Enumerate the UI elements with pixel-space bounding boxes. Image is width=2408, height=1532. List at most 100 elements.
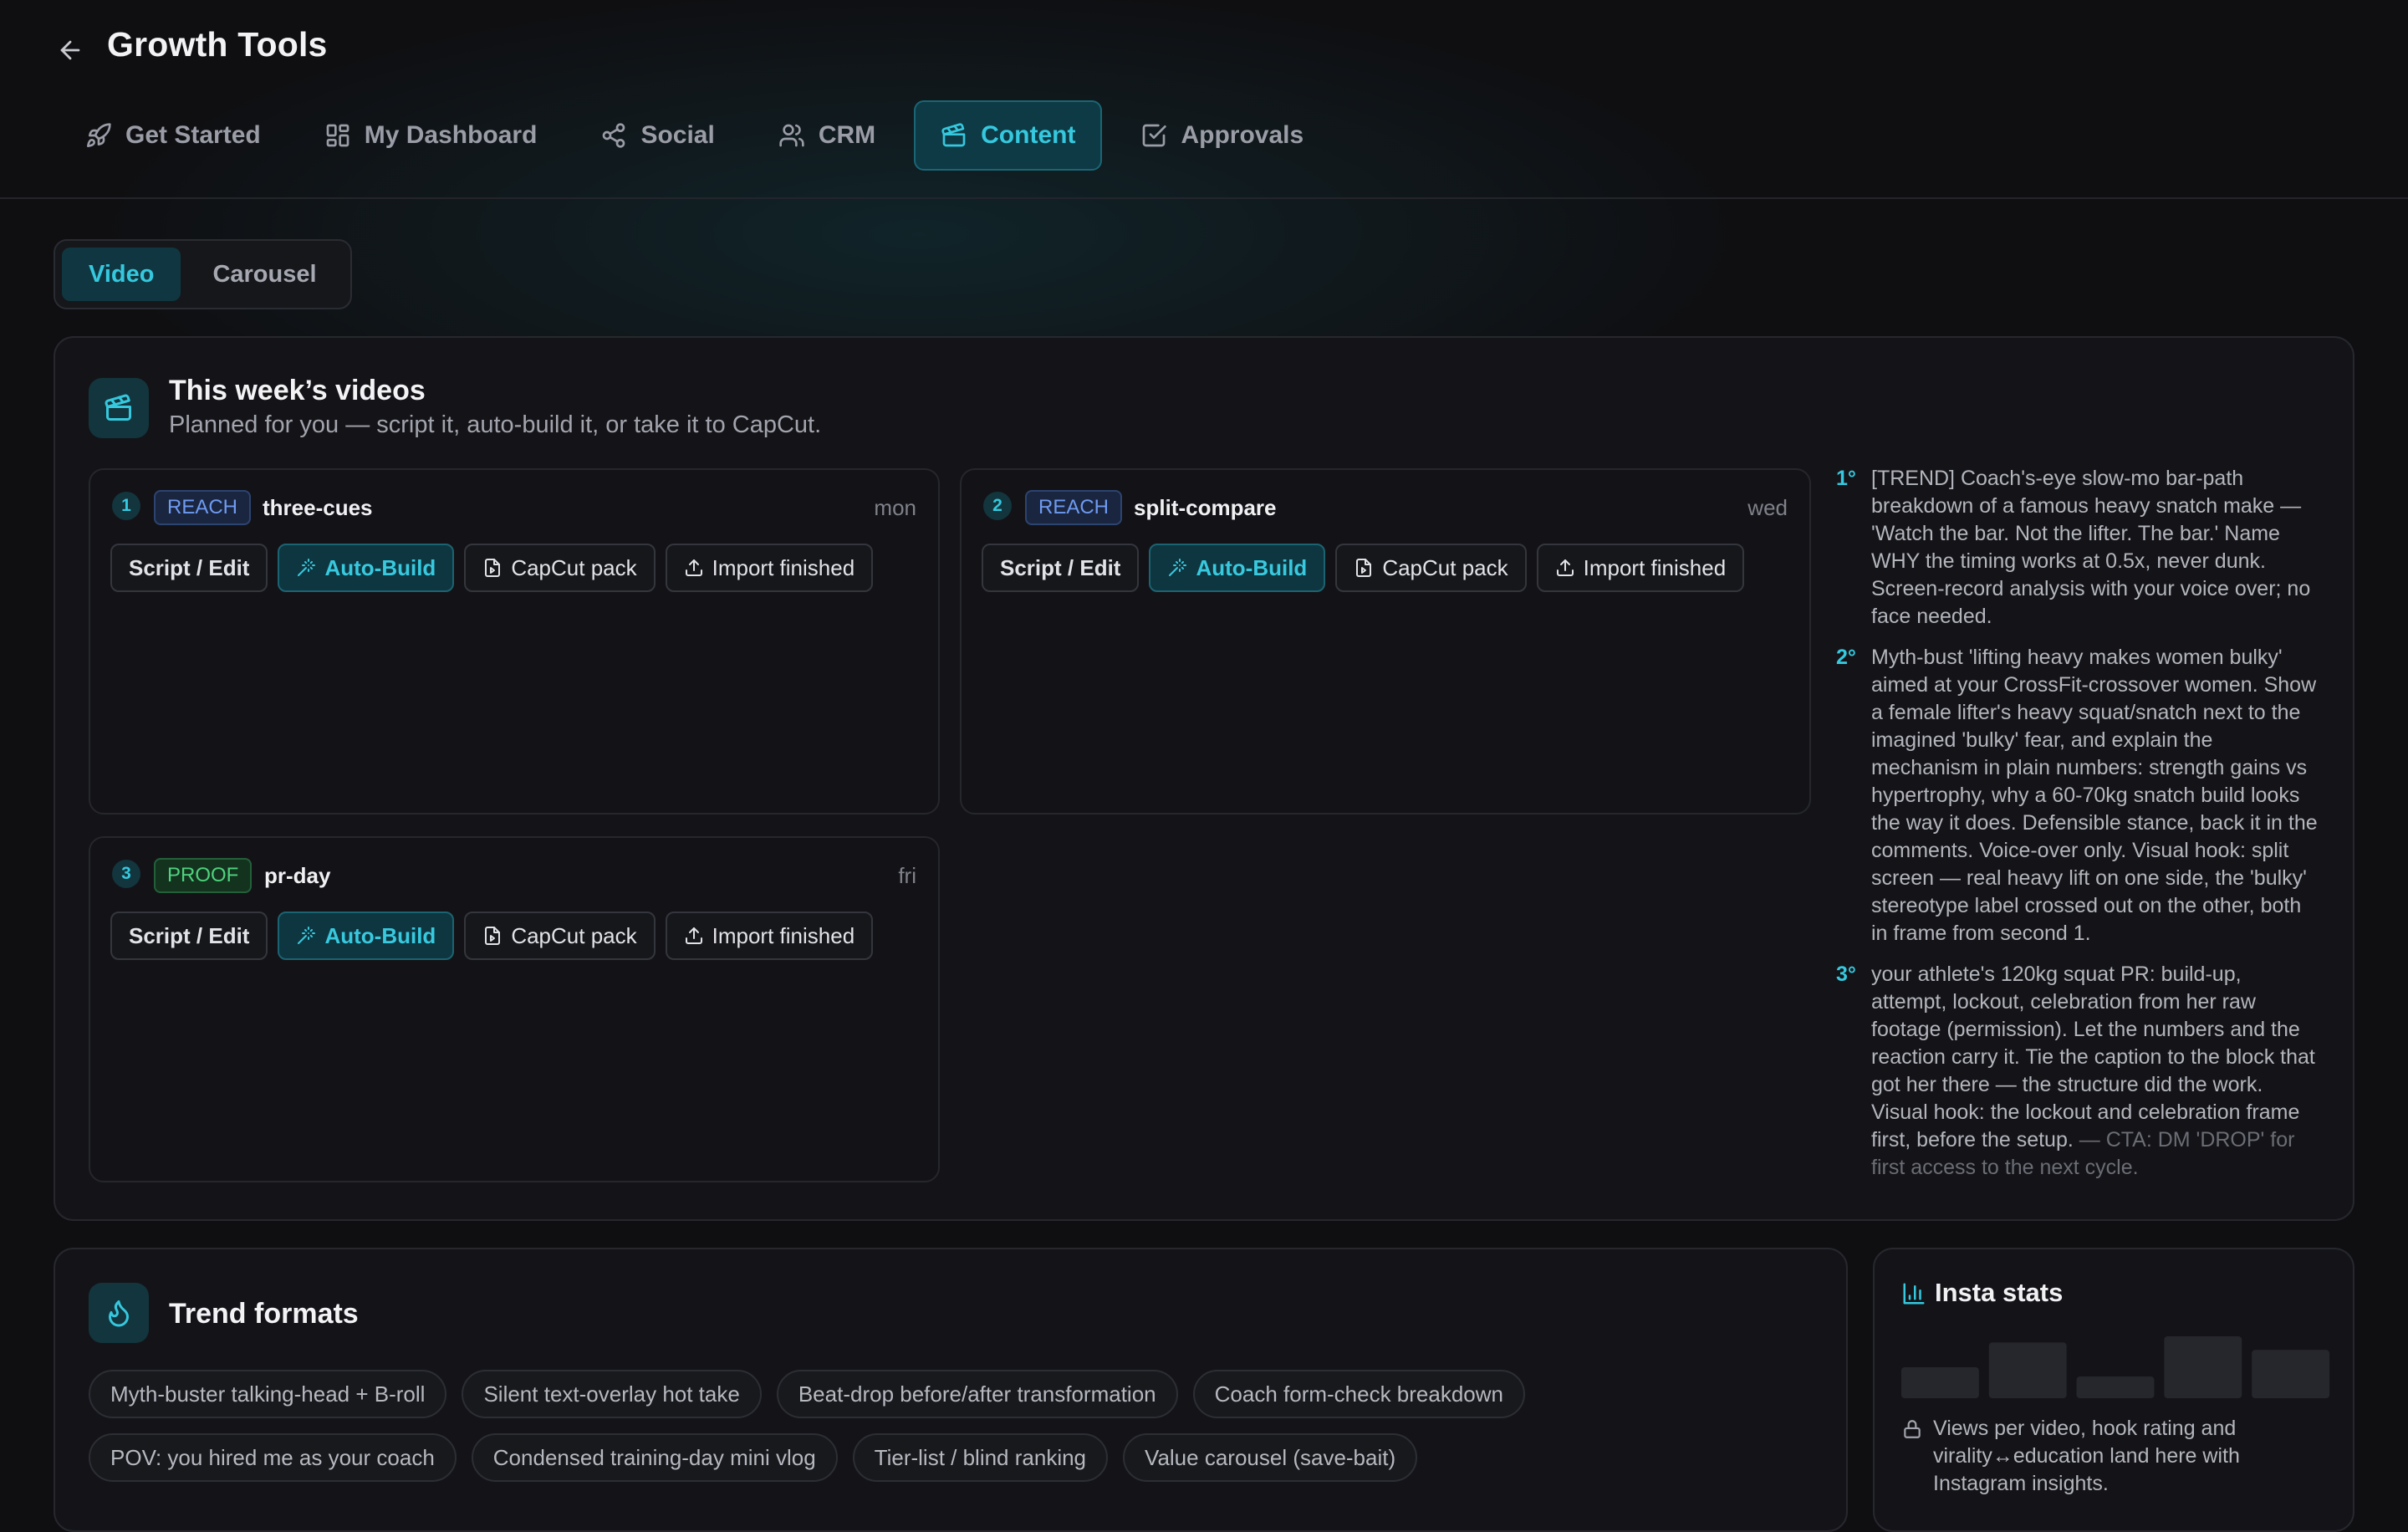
auto-build-button[interactable]: Auto-Build xyxy=(1149,544,1326,592)
idea-rank: 1° xyxy=(1836,467,1856,490)
app-header: Growth Tools Get Started My Dashboard So… xyxy=(0,0,2408,199)
trend-chip[interactable]: Tier-list / blind ranking xyxy=(852,1433,1109,1482)
button-label: CapCut pack xyxy=(511,554,637,580)
tab-label: Social xyxy=(640,121,715,149)
goal-tag: REACH xyxy=(1025,490,1123,525)
tab-label: My Dashboard xyxy=(364,121,538,149)
video-number: 2 xyxy=(983,492,1012,520)
file-icon xyxy=(485,559,501,577)
trend-chip[interactable]: Myth-buster talking-head + B-roll xyxy=(89,1370,447,1418)
tab-get-started[interactable]: Get Started xyxy=(60,100,286,171)
trend-chip[interactable]: Condensed training-day mini vlog xyxy=(471,1433,838,1482)
panel-icon-badge xyxy=(89,378,149,438)
tab-label: Content xyxy=(981,121,1076,149)
video-card: 2 REACH split-compare wed Script / Edit … xyxy=(960,468,1811,815)
video-actions: Script / Edit Auto-Build CapCut pack Imp… xyxy=(110,544,874,592)
page-title: Growth Tools xyxy=(107,25,328,64)
check-square-icon xyxy=(1143,124,1167,147)
video-actions: Script / Edit Auto-Build CapCut pack Imp… xyxy=(110,912,874,960)
capcut-pack-button[interactable]: CapCut pack xyxy=(1335,544,1527,592)
arrow-left-icon xyxy=(60,40,80,60)
file-icon xyxy=(485,927,501,945)
button-label: CapCut pack xyxy=(511,922,637,948)
video-number: 3 xyxy=(112,860,140,888)
button-label: Import finished xyxy=(712,922,855,948)
idea-item: 2° Myth-bust 'lifting heavy makes women … xyxy=(1836,644,2321,947)
placeholder-bar xyxy=(1988,1342,2067,1398)
trend-chip[interactable]: Beat-drop before/after transformation xyxy=(776,1370,1178,1418)
stats-note-text: Views per video, hook rating and viralit… xyxy=(1933,1417,2240,1495)
idea-text: [TREND] Coach's-eye slow-mo bar-path bre… xyxy=(1871,465,2321,631)
idea-text: Myth-bust 'lifting heavy makes women bul… xyxy=(1871,644,2321,947)
users-icon xyxy=(779,124,804,147)
script-edit-button[interactable]: Script / Edit xyxy=(110,544,268,592)
import-finished-button[interactable]: Import finished xyxy=(665,912,874,960)
video-ideas-list: 1° [TREND] Coach's-eye slow-mo bar-path … xyxy=(1836,465,2321,1195)
subtab-carousel[interactable]: Carousel xyxy=(186,248,343,301)
scheduled-day: wed xyxy=(1747,495,1788,520)
idea-rank: 2° xyxy=(1836,646,1856,669)
idea-body: Myth-bust 'lifting heavy makes women bul… xyxy=(1871,646,2318,945)
placeholder-bar xyxy=(2164,1336,2242,1398)
trend-chip[interactable]: POV: you hired me as your coach xyxy=(89,1433,457,1482)
capcut-pack-button[interactable]: CapCut pack xyxy=(464,912,656,960)
placeholder-bar xyxy=(1901,1367,1979,1398)
trend-formats-panel: Trend formats Myth-buster talking-head +… xyxy=(54,1248,1848,1532)
rocket-icon xyxy=(87,123,111,147)
tab-label: CRM xyxy=(818,121,876,149)
button-label: Import finished xyxy=(712,554,855,580)
magic-wand-icon xyxy=(298,559,316,576)
insta-stats-panel: Insta stats Views per video, hook rating… xyxy=(1873,1248,2354,1532)
import-finished-button[interactable]: Import finished xyxy=(1536,544,1745,592)
auto-build-button[interactable]: Auto-Build xyxy=(278,912,455,960)
idea-body: your athlete's 120kg squat PR: build-up,… xyxy=(1871,963,2315,1152)
magic-wand-icon xyxy=(298,927,316,944)
video-card: 3 PROOF pr-day fri Script / Edit Auto-Bu… xyxy=(89,836,940,1182)
idea-item: 1° [TREND] Coach's-eye slow-mo bar-path … xyxy=(1836,465,2321,631)
idea-rank: 3° xyxy=(1836,963,1856,986)
placeholder-bar xyxy=(2076,1376,2155,1398)
button-label: CapCut pack xyxy=(1382,554,1508,580)
capcut-pack-button[interactable]: CapCut pack xyxy=(464,544,656,592)
upload-icon xyxy=(685,559,702,576)
panel-icon-badge xyxy=(89,1283,149,1343)
auto-build-button[interactable]: Auto-Build xyxy=(278,544,455,592)
video-slug: pr-day xyxy=(264,863,331,888)
panel-title: Trend formats xyxy=(169,1298,359,1330)
video-slug: split-compare xyxy=(1134,495,1277,520)
trend-chip[interactable]: Coach form-check breakdown xyxy=(1192,1370,1526,1418)
import-finished-button[interactable]: Import finished xyxy=(665,544,874,592)
clapperboard-icon xyxy=(941,123,966,147)
main-nav-tabs: Get Started My Dashboard Social CRM Cont… xyxy=(60,100,1329,171)
tab-my-dashboard[interactable]: My Dashboard xyxy=(299,100,563,171)
subtab-video[interactable]: Video xyxy=(62,248,181,301)
trend-chip[interactable]: Value carousel (save-bait) xyxy=(1123,1433,1418,1482)
script-edit-button[interactable]: Script / Edit xyxy=(982,544,1140,592)
button-label: Auto-Build xyxy=(1196,554,1308,580)
share-icon xyxy=(603,123,625,148)
file-icon xyxy=(1356,559,1372,577)
stats-placeholder-bars xyxy=(1901,1336,2329,1398)
script-edit-button[interactable]: Script / Edit xyxy=(110,912,268,960)
goal-tag: PROOF xyxy=(154,858,253,893)
video-card: 1 REACH three-cues mon Script / Edit Aut… xyxy=(89,468,940,815)
scheduled-day: mon xyxy=(874,495,916,520)
idea-text: your athlete's 120kg squat PR: build-up,… xyxy=(1871,961,2321,1182)
back-button[interactable] xyxy=(52,32,89,69)
idea-item: 3° your athlete's 120kg squat PR: build-… xyxy=(1836,961,2321,1182)
tab-social[interactable]: Social xyxy=(575,100,739,171)
tab-approvals[interactable]: Approvals xyxy=(1115,100,1329,171)
flame-icon xyxy=(109,1300,129,1327)
video-slug: three-cues xyxy=(263,495,373,520)
tab-content[interactable]: Content xyxy=(914,100,1103,171)
trend-chip[interactable]: Silent text-overlay hot take xyxy=(462,1370,762,1418)
panel-title: Insta stats xyxy=(1935,1278,2064,1307)
upload-icon xyxy=(1556,559,1574,576)
panel-title: This week’s videos xyxy=(169,375,426,406)
video-actions: Script / Edit Auto-Build CapCut pack Imp… xyxy=(982,544,1745,592)
content-type-toggle: Video Carousel xyxy=(54,239,352,309)
tab-crm[interactable]: CRM xyxy=(753,100,900,171)
video-number: 1 xyxy=(112,492,140,520)
grid-icon xyxy=(326,124,349,147)
clapperboard-icon xyxy=(105,394,131,421)
